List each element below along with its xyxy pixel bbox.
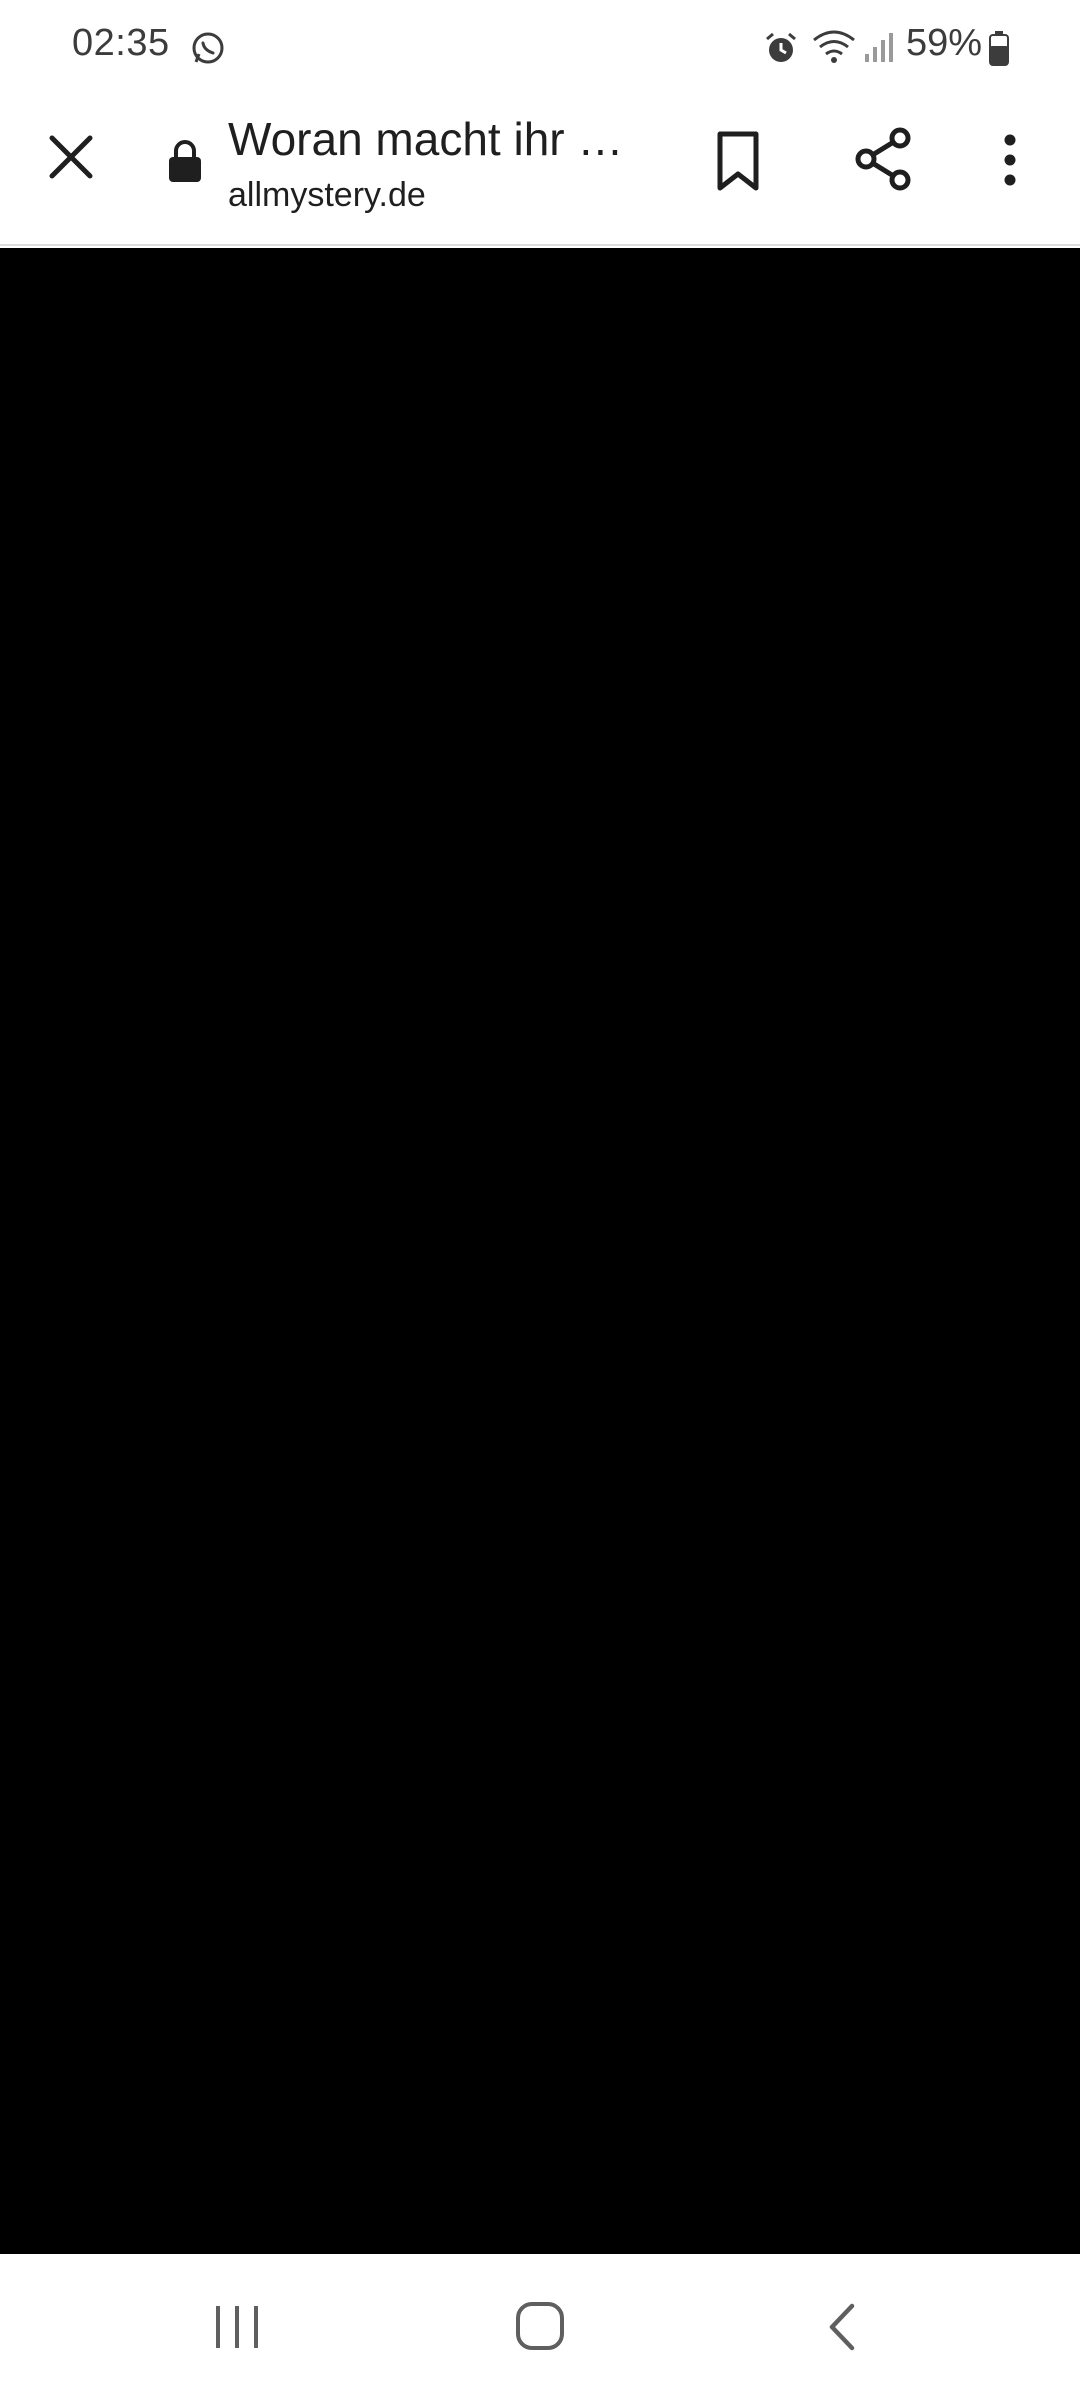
more-vert-icon [1004, 134, 1016, 186]
page-domain[interactable]: allmystery.de [228, 176, 426, 215]
web-content[interactable] [0, 248, 1080, 2254]
close-button[interactable] [40, 126, 102, 188]
whatsapp-icon [190, 30, 226, 66]
signal-icon [862, 30, 896, 64]
navigation-bar [0, 2254, 1080, 2400]
back-icon [829, 2303, 855, 2351]
alarm-icon [763, 30, 799, 66]
recents-button[interactable] [212, 2302, 262, 2352]
back-button[interactable] [822, 2300, 862, 2354]
share-icon [855, 127, 911, 191]
lock-icon [166, 138, 204, 184]
home-button[interactable] [514, 2300, 566, 2352]
battery-icon [988, 30, 1010, 66]
close-icon [49, 135, 93, 179]
home-icon [516, 2302, 564, 2350]
wifi-icon [812, 28, 856, 66]
status-bar: 02:35 59% [0, 0, 1080, 96]
bookmark-button[interactable] [708, 128, 768, 194]
status-time: 02:35 [72, 22, 170, 64]
bookmark-icon [717, 131, 759, 191]
battery-percent: 59% [906, 22, 983, 64]
more-options-button[interactable] [990, 130, 1030, 190]
page-title[interactable]: Woran macht ihr … [228, 112, 638, 166]
recents-icon [216, 2306, 258, 2348]
share-button[interactable] [848, 124, 918, 194]
browser-toolbar: Woran macht ihr … allmystery.de [0, 96, 1080, 246]
